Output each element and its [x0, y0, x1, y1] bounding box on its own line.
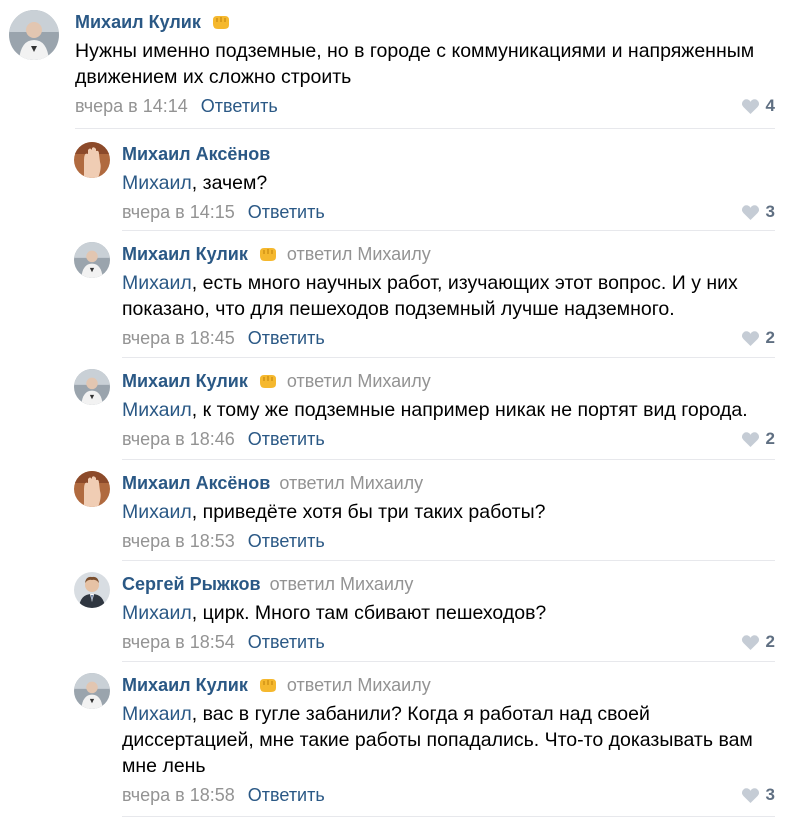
- like-button[interactable]: 2: [741, 630, 775, 654]
- author-name[interactable]: Михаил Кулик: [122, 371, 248, 391]
- mention-link[interactable]: Михаил: [122, 172, 192, 194]
- reply-button[interactable]: Ответить: [248, 202, 325, 222]
- avatar[interactable]: [74, 242, 110, 278]
- reply-button[interactable]: Ответить: [248, 632, 325, 652]
- replied-to[interactable]: ответил Михаилу: [270, 574, 414, 594]
- avatar-aksenov-image: [74, 142, 110, 178]
- avatar[interactable]: [74, 142, 110, 178]
- heart-icon: [741, 204, 759, 220]
- comment-date[interactable]: вчера в 18:53: [122, 531, 235, 551]
- comment-date[interactable]: вчера в 18:46: [122, 429, 235, 449]
- avatar[interactable]: [74, 369, 110, 405]
- mention-link[interactable]: Михаил: [122, 501, 192, 523]
- comment-text: Михаил, есть много научных работ, изучаю…: [122, 272, 738, 320]
- fist-emoji-icon: [212, 16, 229, 29]
- fist-emoji-icon: [259, 679, 276, 692]
- avatar-kulik-image: [74, 369, 110, 405]
- author-name[interactable]: Михаил Кулик: [122, 244, 248, 264]
- like-count: 4: [765, 96, 775, 115]
- divider: [122, 816, 775, 817]
- fist-emoji-icon: [259, 375, 276, 388]
- replied-to[interactable]: ответил Михаилу: [287, 371, 431, 391]
- like-button[interactable]: 4: [741, 94, 775, 118]
- divider: [122, 357, 775, 358]
- comment-date[interactable]: вчера в 18:58: [122, 785, 235, 805]
- comment-date[interactable]: вчера в 14:14: [75, 96, 188, 116]
- reply-button[interactable]: Ответить: [248, 785, 325, 805]
- mention-link[interactable]: Михаил: [122, 272, 192, 294]
- avatar-kulik-image: [74, 673, 110, 709]
- comments-feed: Михаил Кулик Нужны именно подземные, но …: [0, 0, 797, 819]
- replied-to[interactable]: ответил Михаилу: [287, 675, 431, 695]
- mention-link[interactable]: Михаил: [122, 703, 192, 725]
- like-button[interactable]: 3: [741, 783, 775, 807]
- reply-button[interactable]: Ответить: [248, 531, 325, 551]
- divider: [122, 560, 775, 561]
- mention-link[interactable]: Михаил: [122, 602, 192, 624]
- author-name[interactable]: Михаил Аксёнов: [122, 473, 270, 493]
- comment-date[interactable]: вчера в 18:45: [122, 328, 235, 348]
- reply-button[interactable]: Ответить: [248, 328, 325, 348]
- avatar-ryzhkov-image: [74, 572, 110, 608]
- like-count: 3: [765, 785, 775, 804]
- fist-emoji-icon: [259, 248, 276, 261]
- comment-text: Михаил, вас в гугле забанили? Когда я ра…: [122, 703, 753, 777]
- like-count: 2: [765, 429, 775, 448]
- avatar[interactable]: [9, 10, 59, 60]
- like-button[interactable]: 3: [741, 200, 775, 224]
- divider: [122, 459, 775, 460]
- reply-button[interactable]: Ответить: [248, 429, 325, 449]
- comment-text: Михаил, цирк. Много там сбивают пешеходо…: [122, 602, 547, 624]
- author-name[interactable]: Михаил Аксёнов: [122, 144, 270, 164]
- divider: [75, 128, 775, 129]
- divider: [122, 661, 775, 662]
- comment-text: Михаил, зачем?: [122, 172, 268, 194]
- mention-link[interactable]: Михаил: [122, 399, 192, 421]
- heart-icon: [741, 634, 759, 650]
- replied-to[interactable]: ответил Михаилу: [287, 244, 431, 264]
- heart-icon: [741, 330, 759, 346]
- heart-icon: [741, 431, 759, 447]
- comment-text: Нужны именно подземные, но в городе с ко…: [75, 40, 755, 88]
- avatar[interactable]: [74, 471, 110, 507]
- replied-to[interactable]: ответил Михаилу: [279, 473, 423, 493]
- comment-date[interactable]: вчера в 18:54: [122, 632, 235, 652]
- author-name[interactable]: Михаил Кулик: [75, 12, 201, 32]
- avatar-kulik-image: [74, 242, 110, 278]
- avatar-aksenov-image: [74, 471, 110, 507]
- comment-text: Михаил, к тому же подземные например ник…: [122, 399, 748, 421]
- comment-text: Михаил, приведёте хотя бы три таких рабо…: [122, 501, 546, 523]
- like-count: 2: [765, 328, 775, 347]
- divider: [122, 230, 775, 231]
- heart-icon: [741, 787, 759, 803]
- author-name[interactable]: Михаил Кулик: [122, 675, 248, 695]
- heart-icon: [741, 98, 759, 114]
- avatar[interactable]: [74, 572, 110, 608]
- like-button[interactable]: 2: [741, 326, 775, 350]
- reply-button[interactable]: Ответить: [201, 96, 278, 116]
- like-count: 3: [765, 202, 775, 221]
- comment-date[interactable]: вчера в 14:15: [122, 202, 235, 222]
- like-count: 2: [765, 632, 775, 651]
- like-button[interactable]: 2: [741, 427, 775, 451]
- avatar[interactable]: [74, 673, 110, 709]
- avatar-kulik-image: [9, 10, 59, 60]
- author-name[interactable]: Сергей Рыжков: [122, 574, 261, 594]
- comment: Михаил Кулик Нужны именно подземные, но …: [0, 10, 797, 130]
